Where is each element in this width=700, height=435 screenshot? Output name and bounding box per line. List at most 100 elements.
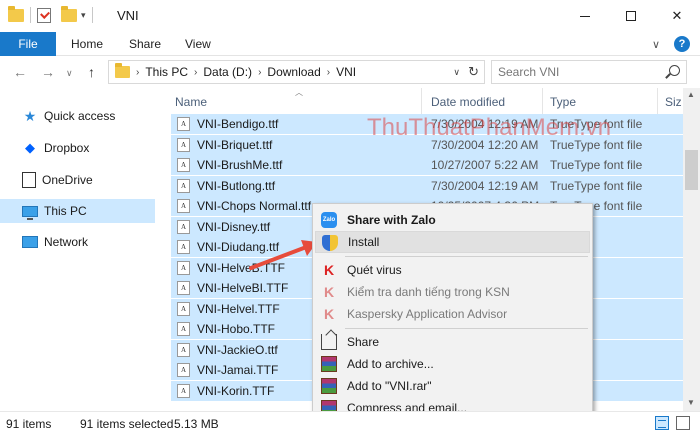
close-button[interactable]: ✕	[654, 0, 700, 32]
computer-icon	[22, 205, 38, 220]
nav-item-network[interactable]: Network	[0, 230, 155, 254]
scroll-up-icon[interactable]: ▲	[687, 90, 695, 99]
nav-item-onedrive[interactable]: OneDrive	[0, 168, 155, 192]
minimize-button[interactable]	[562, 0, 608, 32]
column-header-name[interactable]: Name	[175, 95, 207, 109]
tab-home[interactable]: Home	[71, 37, 103, 51]
navigation-pane: ★ Quick access ◆ Dropbox OneDrive This P…	[0, 88, 163, 411]
new-folder-icon[interactable]	[61, 5, 77, 22]
back-arrow-icon[interactable]: ←	[13, 64, 27, 80]
file-type: TrueType font file	[550, 178, 643, 193]
font-file-icon: A	[177, 322, 190, 336]
address-dropdown-icon[interactable]: ∨	[453, 67, 460, 78]
help-icon[interactable]: ?	[674, 36, 690, 52]
search-placeholder: Search VNI	[498, 65, 560, 79]
menu-separator	[345, 328, 588, 329]
file-name: VNI-Hobo.TTF	[197, 322, 276, 336]
font-file-icon: A	[177, 342, 190, 357]
menu-item-label: Install	[348, 235, 380, 249]
tab-view[interactable]: View	[185, 37, 211, 51]
file-type: TrueType font file	[550, 158, 643, 172]
vertical-scrollbar[interactable]: ▲ ▼	[683, 88, 700, 411]
scroll-down-icon[interactable]: ▼	[687, 398, 695, 407]
folder-icon	[8, 5, 24, 22]
winrar-icon	[321, 356, 337, 372]
address-bar[interactable]: › This PC › Data (D:) › Download › VNI ∨…	[108, 60, 485, 84]
menu-item-add-to-archive[interactable]: Add to archive...	[315, 353, 590, 375]
breadcrumb-data-drive[interactable]: Data (D:)	[203, 65, 252, 79]
nav-item-this-pc[interactable]: This PC	[0, 199, 155, 223]
nav-item-label: Quick access	[44, 109, 116, 123]
column-header-row: ︿ Name Date modified Type Siz	[163, 88, 683, 114]
font-file-icon: A	[177, 383, 190, 398]
chevron-right-icon[interactable]: ›	[258, 67, 261, 78]
menu-item-label: Kiểm tra danh tiếng trong KSN	[347, 285, 510, 299]
scrollbar-thumb[interactable]	[685, 150, 698, 190]
menu-item-qu-t-virus[interactable]: K Quét virus	[315, 259, 590, 281]
font-file-icon: A	[177, 219, 190, 234]
column-header-size[interactable]: Siz	[665, 95, 682, 109]
nav-item-quick-access[interactable]: ★ Quick access	[0, 104, 155, 128]
font-file-icon: A	[177, 137, 190, 152]
large-icons-view-icon[interactable]	[676, 416, 690, 430]
kaspersky-icon: K	[323, 262, 335, 278]
file-row[interactable]: A VNI-BrushMe.ttf 10/27/2007 5:22 AM TrueTy…	[171, 155, 683, 175]
chevron-right-icon[interactable]: ›	[327, 67, 330, 78]
kaspersky-icon: K	[323, 306, 335, 322]
details-view-icon[interactable]	[655, 416, 669, 430]
recent-locations-icon[interactable]: ∨	[66, 68, 73, 79]
folder-icon	[115, 63, 130, 78]
selected-size: 5.13 MB	[174, 417, 219, 431]
chevron-right-icon[interactable]: ›	[136, 67, 139, 78]
forward-arrow-icon[interactable]: →	[41, 64, 55, 80]
tab-share[interactable]: Share	[129, 37, 161, 51]
file-name: VNI-Helvel.TTF	[197, 301, 280, 316]
file-name: VNI-JackieO.ttf	[197, 342, 278, 357]
nav-item-label: Dropbox	[44, 141, 90, 155]
context-menu: Zalo Share with Zalo Install K Quét virus K Ki…	[312, 203, 593, 435]
font-file-icon: A	[177, 240, 190, 254]
chevron-right-icon[interactable]: ›	[194, 67, 197, 78]
column-header-date[interactable]: Date modified	[431, 95, 505, 109]
font-file-icon: A	[177, 117, 190, 131]
menu-item-label: Add to archive...	[347, 357, 434, 371]
file-row[interactable]: A VNI-Butlong.ttf 7/30/2004 12:19 AM TrueTy…	[171, 175, 683, 196]
divider	[91, 7, 93, 23]
file-name: VNI-Chops Normal.ttf	[197, 199, 312, 213]
column-header-type[interactable]: Type	[550, 95, 576, 109]
search-input[interactable]: Search VNI	[491, 60, 687, 84]
nav-item-label: Network	[44, 235, 89, 249]
file-name: VNI-Butlong.ttf	[197, 178, 276, 193]
font-file-icon: A	[177, 281, 190, 295]
menu-item-share-with-zalo[interactable]: Zalo Share with Zalo	[315, 209, 590, 231]
winrar-icon	[321, 378, 337, 394]
menu-item-ki-m-tra-danh-ti-ng-trong-ksn[interactable]: K Kiểm tra danh tiếng trong KSN	[315, 281, 590, 303]
quick-access-toolbar: ▾	[8, 5, 95, 23]
network-icon	[22, 236, 38, 248]
properties-icon[interactable]	[37, 7, 51, 23]
watermark: ThuThuatPhanMem.vn	[367, 114, 612, 141]
up-arrow-icon[interactable]: ↑	[88, 64, 95, 80]
breadcrumb-vni[interactable]: VNI	[336, 65, 356, 79]
customize-toolbar-icon[interactable]: ▾	[81, 10, 86, 21]
onedrive-icon	[22, 172, 36, 188]
nav-item-dropbox[interactable]: ◆ Dropbox	[0, 136, 155, 160]
menu-item-add-to-vni-rar[interactable]: Add to "VNI.rar"	[315, 375, 590, 397]
column-divider[interactable]	[421, 88, 422, 114]
breadcrumb-this-pc[interactable]: This PC	[145, 65, 188, 79]
column-divider[interactable]	[657, 88, 658, 114]
maximize-button[interactable]	[608, 0, 654, 32]
menu-item-label: Quét virus	[347, 263, 402, 277]
selected-count: 91 items selected	[80, 417, 174, 431]
menu-item-install[interactable]: Install	[315, 231, 590, 253]
expand-ribbon-icon[interactable]: ∨	[652, 38, 660, 51]
refresh-icon[interactable]: ↻	[468, 64, 479, 80]
file-name: VNI-Korin.TTF	[197, 383, 275, 398]
minimize-icon	[580, 15, 590, 17]
column-divider[interactable]	[542, 88, 543, 114]
menu-item-share[interactable]: Share	[315, 331, 590, 353]
tab-file[interactable]: File	[0, 32, 56, 56]
search-icon	[669, 65, 680, 76]
menu-item-kaspersky-application-advisor[interactable]: K Kaspersky Application Advisor	[315, 303, 590, 325]
breadcrumb-download[interactable]: Download	[267, 65, 320, 79]
